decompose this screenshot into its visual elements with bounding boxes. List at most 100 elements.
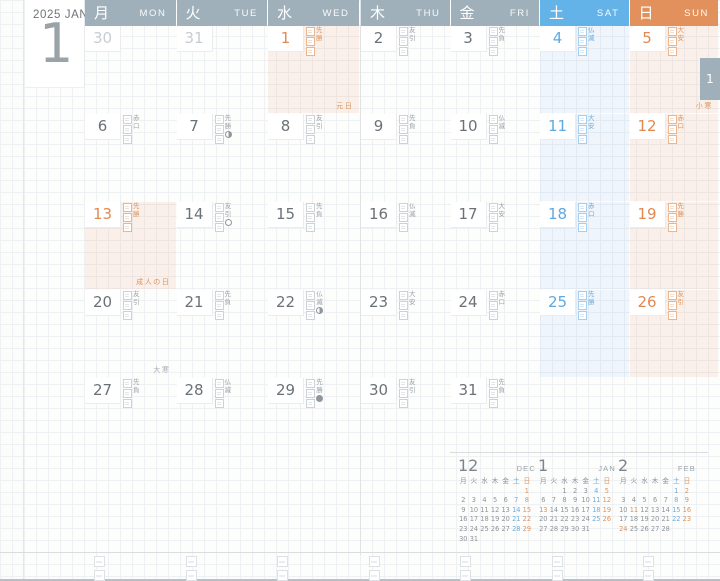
task-checkbox[interactable] xyxy=(488,311,498,320)
mini-calendar-jan[interactable]: 1 JAN 月火水木金土日 1 2 3 4 5 6 7 8 9 10 11 12 13 14 15 16 17 18 19… xyxy=(538,458,616,535)
day-cell[interactable]: 19 先勝 xyxy=(629,202,718,289)
day-cell[interactable]: 16 仏滅 xyxy=(361,202,450,289)
mini-date-cell[interactable]: 3 xyxy=(469,496,480,506)
mini-date-cell[interactable]: 25 xyxy=(591,515,602,525)
mini-date-cell[interactable]: 19 xyxy=(602,506,613,516)
task-checkbox[interactable] xyxy=(488,213,498,222)
mini-date-cell[interactable] xyxy=(458,487,469,497)
task-checkbox-column[interactable] xyxy=(399,115,408,144)
day-cell[interactable]: 7 先勝 xyxy=(176,114,268,201)
day-cell[interactable]: 26 友引 xyxy=(629,290,718,377)
mini-date-cell[interactable]: 15 xyxy=(559,506,570,516)
mini-date-cell[interactable] xyxy=(511,487,522,497)
mini-date-cell[interactable]: 12 xyxy=(602,496,613,506)
mini-date-cell[interactable] xyxy=(511,535,522,545)
footer-checkbox[interactable] xyxy=(643,556,654,567)
mini-date-cell[interactable] xyxy=(538,487,549,497)
task-checkbox[interactable] xyxy=(399,47,408,56)
task-checkbox[interactable] xyxy=(488,125,498,134)
task-checkbox[interactable] xyxy=(214,379,224,388)
mini-date-cell[interactable]: 10 xyxy=(469,506,480,516)
task-checkbox[interactable] xyxy=(667,27,677,36)
task-checkbox[interactable] xyxy=(306,115,315,124)
mini-date-cell[interactable]: 23 xyxy=(570,515,581,525)
task-checkbox-column[interactable] xyxy=(399,379,408,408)
mini-date-cell[interactable]: 22 xyxy=(559,515,570,525)
task-checkbox[interactable] xyxy=(123,135,132,144)
day-cell[interactable]: 31 xyxy=(176,26,268,113)
task-checkbox[interactable] xyxy=(306,311,315,320)
mini-date-cell[interactable] xyxy=(500,535,511,545)
mini-date-cell[interactable]: 1 xyxy=(671,487,682,497)
task-checkbox-column[interactable] xyxy=(667,115,677,144)
mini-date-cell[interactable]: 20 xyxy=(538,515,549,525)
task-checkbox[interactable] xyxy=(667,203,677,212)
mini-date-cell[interactable]: 8 xyxy=(522,496,533,506)
mini-date-cell[interactable]: 20 xyxy=(650,515,661,525)
task-checkbox-column[interactable] xyxy=(214,379,224,408)
mini-date-cell[interactable]: 17 xyxy=(469,515,480,525)
mini-date-cell[interactable]: 9 xyxy=(570,496,581,506)
footer-checkbox[interactable] xyxy=(551,556,563,567)
task-checkbox[interactable] xyxy=(667,47,677,56)
mini-date-cell[interactable]: 4 xyxy=(591,487,602,497)
task-checkbox[interactable] xyxy=(488,291,498,300)
day-cell[interactable]: 23 大安 xyxy=(361,290,450,377)
mini-date-cell[interactable]: 19 xyxy=(490,515,501,525)
mini-date-cell[interactable]: 11 xyxy=(591,496,602,506)
mini-date-cell[interactable]: 28 xyxy=(549,525,560,535)
mini-date-cell[interactable]: 6 xyxy=(538,496,549,506)
mini-date-cell[interactable]: 21 xyxy=(660,515,671,525)
task-checkbox[interactable] xyxy=(214,213,224,222)
mini-date-cell[interactable] xyxy=(639,487,650,497)
day-cell[interactable]: 2 友引 xyxy=(361,26,450,113)
task-checkbox[interactable] xyxy=(399,389,408,398)
task-checkbox[interactable] xyxy=(578,291,587,300)
day-cell[interactable]: 10 仏滅 xyxy=(450,114,540,201)
footer-checkbox[interactable] xyxy=(368,570,380,581)
task-checkbox-column[interactable] xyxy=(123,115,132,144)
task-checkbox[interactable] xyxy=(488,223,498,232)
mini-date-cell[interactable]: 31 xyxy=(469,535,480,545)
mini-date-cell[interactable]: 27 xyxy=(538,525,549,535)
task-checkbox[interactable] xyxy=(306,27,315,36)
mini-date-cell[interactable]: 12 xyxy=(490,506,501,516)
day-cell[interactable]: 28 仏滅 xyxy=(176,378,268,465)
mini-date-cell[interactable]: 14 xyxy=(549,506,560,516)
mini-date-cell[interactable]: 10 xyxy=(580,496,591,506)
mini-date-cell[interactable]: 24 xyxy=(469,525,480,535)
mini-date-cell[interactable]: 22 xyxy=(671,515,682,525)
day-cell[interactable]: 24 赤口 xyxy=(450,290,540,377)
mini-date-cell[interactable]: 8 xyxy=(671,496,682,506)
day-cell[interactable]: 30 xyxy=(85,26,176,113)
mini-date-cell[interactable]: 23 xyxy=(458,525,469,535)
task-checkbox-column[interactable] xyxy=(214,115,224,144)
task-checkbox[interactable] xyxy=(488,27,498,36)
task-checkbox[interactable] xyxy=(214,389,224,398)
task-checkbox-column[interactable] xyxy=(399,27,408,56)
mini-date-cell[interactable]: 30 xyxy=(458,535,469,545)
mini-date-cell[interactable]: 11 xyxy=(479,506,490,516)
mini-date-cell[interactable]: 13 xyxy=(650,506,661,516)
task-checkbox[interactable] xyxy=(123,125,132,134)
task-checkbox[interactable] xyxy=(123,379,132,388)
task-checkbox[interactable] xyxy=(306,399,315,408)
mini-date-cell[interactable] xyxy=(629,487,640,497)
task-checkbox[interactable] xyxy=(306,223,315,232)
task-checkbox[interactable] xyxy=(306,213,315,222)
task-checkbox[interactable] xyxy=(399,399,408,408)
footer-checkbox[interactable] xyxy=(460,556,471,567)
mini-date-cell[interactable]: 13 xyxy=(500,506,511,516)
mini-date-cell[interactable]: 9 xyxy=(682,496,693,506)
mini-date-cell[interactable]: 26 xyxy=(639,525,650,535)
mini-date-cell[interactable]: 8 xyxy=(559,496,570,506)
task-checkbox-column[interactable] xyxy=(306,27,315,56)
mini-date-cell[interactable]: 2 xyxy=(682,487,693,497)
mini-date-cell[interactable]: 21 xyxy=(549,515,560,525)
mini-date-cell[interactable]: 6 xyxy=(650,496,661,506)
task-checkbox[interactable] xyxy=(399,135,408,144)
task-checkbox-column[interactable] xyxy=(578,115,587,144)
task-checkbox-column[interactable] xyxy=(578,291,587,320)
mini-date-cell[interactable]: 16 xyxy=(570,506,581,516)
mini-date-cell[interactable]: 7 xyxy=(660,496,671,506)
